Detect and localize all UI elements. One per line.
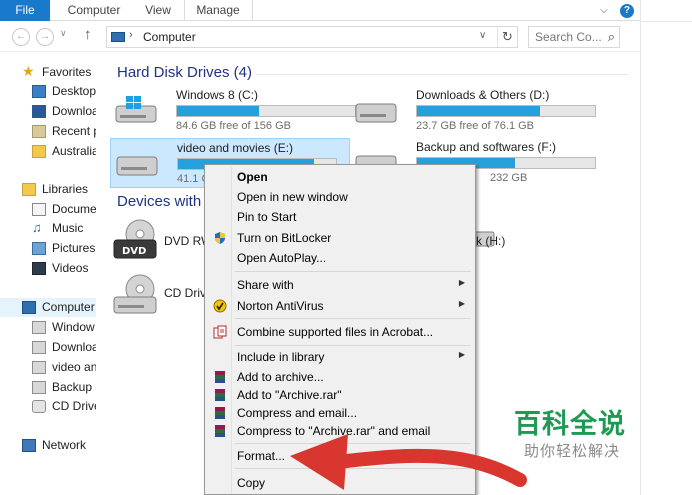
watermark-tagline: 助你轻松解决 — [524, 443, 621, 460]
watermark-logo: 百科全说 — [514, 409, 626, 439]
